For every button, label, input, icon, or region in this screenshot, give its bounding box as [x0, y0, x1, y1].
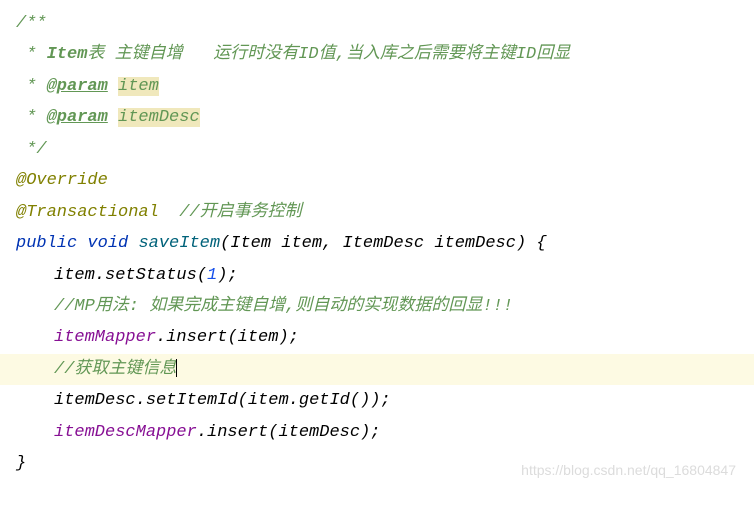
annotation-override: @Override — [16, 165, 754, 196]
stmt-insert-item: itemMapper.insert(item); — [16, 322, 754, 353]
stmt-set-status: item.setStatus(1); — [16, 260, 754, 291]
comment-mp-usage: //MP用法: 如果完成主键自增,则自动的实现数据的回显!!! — [16, 291, 754, 322]
comment-get-key: //获取主键信息 — [0, 354, 754, 385]
code-block: /** * Item表 主键自增 运行时没有ID值,当入库之后需要将主键ID回显… — [16, 8, 754, 480]
annotation-transactional: @Transactional //开启事务控制 — [16, 197, 754, 228]
doc-comment-line-1: * Item表 主键自增 运行时没有ID值,当入库之后需要将主键ID回显 — [16, 39, 754, 70]
stmt-set-item-id: itemDesc.setItemId(item.getId()); — [16, 385, 754, 416]
doc-comment-param-2: * @param itemDesc — [16, 102, 754, 133]
stmt-insert-desc: itemDescMapper.insert(itemDesc); — [16, 417, 754, 448]
text-cursor — [176, 359, 177, 377]
doc-comment-param-1: * @param item — [16, 71, 754, 102]
watermark: https://blog.csdn.net/qq_16804847 — [521, 458, 736, 484]
method-signature: public void saveItem(Item item, ItemDesc… — [16, 228, 754, 259]
doc-comment-close: */ — [16, 134, 754, 165]
doc-comment-open: /** — [16, 8, 754, 39]
